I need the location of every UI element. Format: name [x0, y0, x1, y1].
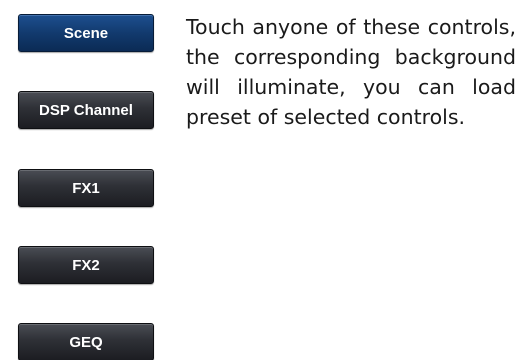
- dsp-channel-button-label: DSP Channel: [39, 101, 133, 119]
- fx1-button[interactable]: FX1: [18, 169, 154, 207]
- fx2-button-label: FX2: [72, 256, 100, 274]
- fx1-button-label: FX1: [72, 179, 100, 197]
- geq-button[interactable]: GEQ: [18, 323, 154, 360]
- scene-button[interactable]: Scene: [18, 14, 154, 52]
- instruction-text: Touch anyone of these controls, the corr…: [186, 15, 516, 129]
- geq-button-label: GEQ: [69, 333, 103, 351]
- scene-button-label: Scene: [63, 24, 109, 42]
- fx2-button[interactable]: FX2: [18, 246, 154, 284]
- dsp-channel-button[interactable]: DSP Channel: [18, 91, 154, 129]
